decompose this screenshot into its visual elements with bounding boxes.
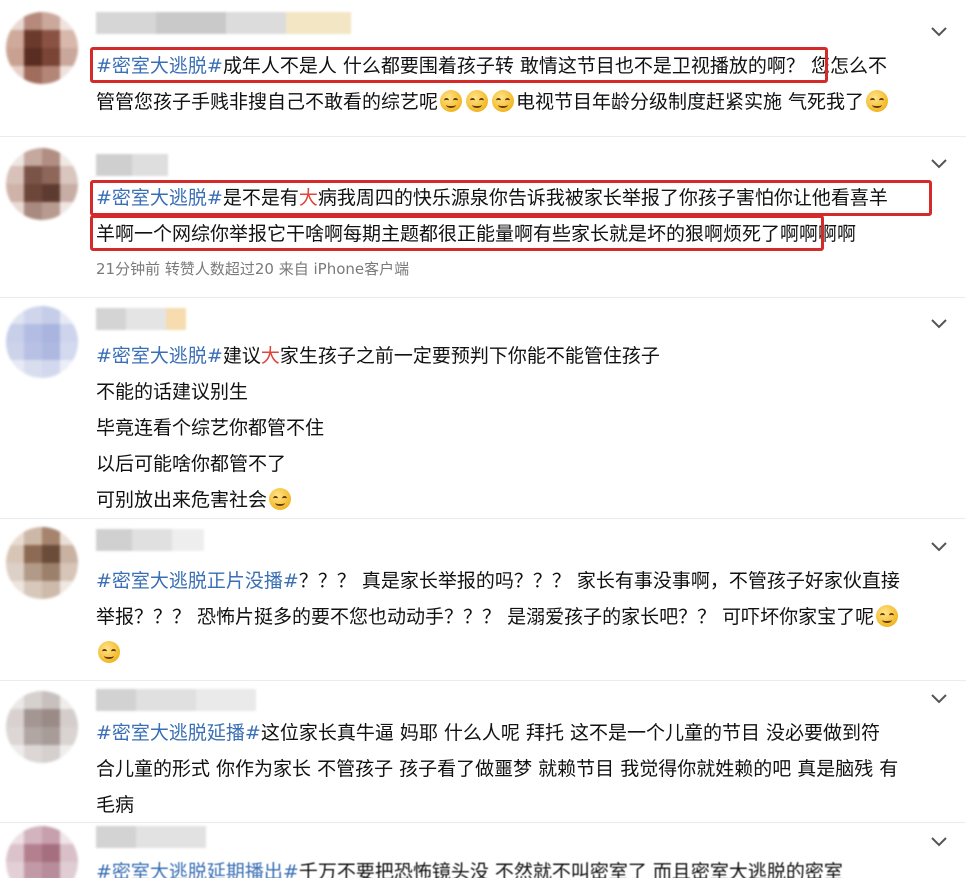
comment-line: 合儿童的形式 你作为家长 不管孩子 孩子看了做噩梦 就赖节目 我觉得你就姓赖的吧… [96,758,899,780]
comment-line: #密室大逃脱正片没播#？？？ 真是家长举报的吗？？？ 家长有事没事啊，不管孩子好… [96,570,900,592]
chevron-down-icon[interactable] [928,152,950,174]
shy-emoji-icon [98,641,120,663]
topic-hashtag[interactable]: #密室大逃脱# [96,187,223,209]
chevron-down-icon[interactable] [928,535,950,557]
avatar[interactable] [6,306,78,378]
hug-emoji-icon [866,90,889,112]
shy-emoji-icon [876,605,899,627]
topic-hashtag[interactable]: #密室大逃脱延期播出# [96,861,299,878]
divider [0,518,966,519]
username[interactable] [96,529,204,551]
smile-emoji-icon [269,488,292,510]
comment-line: 可别放出来危害社会 [96,482,293,518]
avatar[interactable] [6,691,78,763]
comment-line: #密室大逃脱#成年人不是人 什么都要围着孩子转 敢情这节目也不是卫视播放的啊？ … [96,55,887,77]
chevron-down-icon[interactable] [928,830,950,852]
topic-hashtag[interactable]: #密室大逃脱# [96,55,223,77]
topic-hashtag[interactable]: #密室大逃脱延播# [96,722,261,744]
comment-line [96,635,122,671]
divider [0,297,966,298]
comment-item: #密室大逃脱延播#这位家长真牛逼 妈耶 什么人呢 拜托 这不是一个儿童的节目 没… [0,683,966,823]
username[interactable] [96,826,206,848]
comment-item: #密室大逃脱#是不是有大病我周四的快乐源泉你告诉我被家长举报了你孩子害怕你让他看… [0,138,966,298]
chevron-down-icon[interactable] [928,687,950,709]
username[interactable] [96,689,256,711]
comment-item: #密室大逃脱正片没播#？？？ 真是家长举报的吗？？？ 家长有事没事啊，不管孩子好… [0,521,966,681]
comment-item: #密室大逃脱#建议大家生孩子之前一定要预判下你能不能管住孩子 不能的话建议别生 … [0,300,966,520]
topic-hashtag[interactable]: #密室大逃脱正片没播# [96,570,299,592]
comment-line: 羊啊一个网综你举报它干啥啊每期主题都很正能量啊有些家长就是坏的狠啊烦死了啊啊啊啊 [96,223,857,245]
divider [0,822,966,823]
comment-line: 不能的话建议别生 [96,381,249,403]
comment-meta: 21分钟前 转赞人数超过20 来自 iPhone客户端 [96,260,410,278]
smile-emoji-icon [466,90,489,112]
comment-line: 毛病 [96,794,135,816]
comment-line: #密室大逃脱#是不是有大病我周四的快乐源泉你告诉我被家长举报了你孩子害怕你让他看… [96,187,888,209]
comment-line: 举报？？？ 恐怖片挺多的要不您也动动手？？？ 是溺爱孩子的家长吧？？ 可吓坏你家… [96,599,900,635]
comment-item: #密室大逃脱延期播出#千万不要把恐怖镜头没 不然就不叫密室了 而且密室大逃脱的密… [0,824,966,878]
comment-line: #密室大逃脱延播#这位家长真牛逼 妈耶 什么人呢 拜托 这不是一个儿童的节目 没… [96,722,881,744]
username[interactable] [96,154,168,176]
smile-emoji-icon [492,90,515,112]
avatar[interactable] [6,148,78,220]
username[interactable] [96,308,186,330]
comment-line: 管管您孩子手贱非搜自己不敢看的综艺呢 电视节目年龄分级制度赶紧实施 气死我了 [96,84,890,120]
divider [0,680,966,681]
topic-hashtag[interactable]: #密室大逃脱# [96,345,223,367]
comment-item: #密室大逃脱#成年人不是人 什么都要围着孩子转 敢情这节目也不是卫视播放的啊？ … [0,0,966,133]
avatar[interactable] [6,826,78,878]
username[interactable] [96,12,351,34]
chevron-down-icon[interactable] [928,20,950,42]
comment-line: 以后可能啥你都管不了 [96,453,287,475]
divider [0,136,966,137]
chevron-down-icon[interactable] [928,312,950,334]
smile-emoji-icon [440,90,463,112]
avatar[interactable] [6,12,78,84]
comment-line: #密室大逃脱#建议大家生孩子之前一定要预判下你能不能管住孩子 [96,345,660,367]
comment-line: #密室大逃脱延期播出#千万不要把恐怖镜头没 不然就不叫密室了 而且密室大逃脱的密… [96,854,843,878]
avatar[interactable] [6,527,78,599]
comment-line: 毕竟连看个综艺你都管不住 [96,417,325,439]
